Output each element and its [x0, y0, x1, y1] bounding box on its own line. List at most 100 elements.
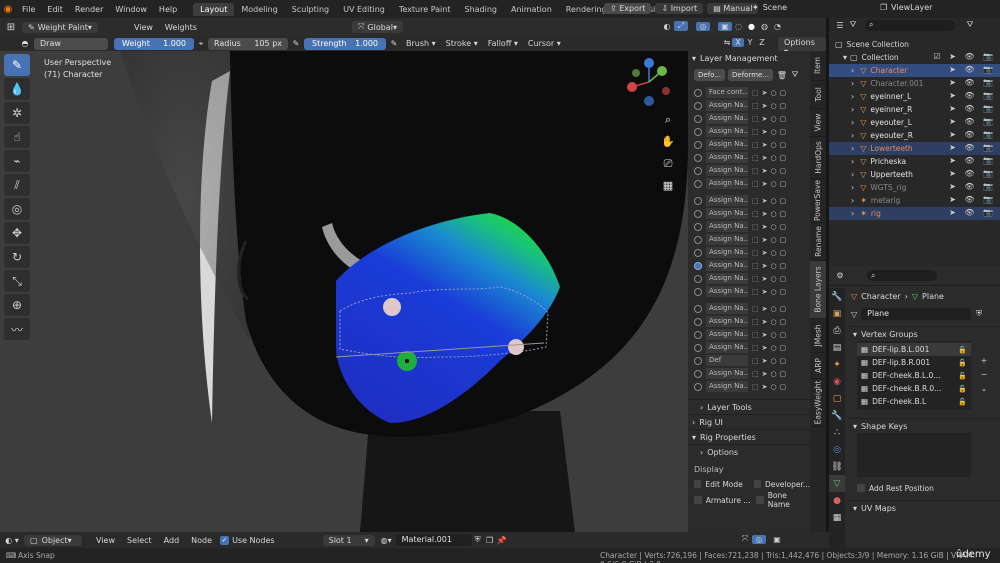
workspace-tab-0[interactable]: Layout — [193, 2, 235, 16]
bone-layer-row[interactable]: Assign Na... ⬚➤○▢ — [688, 302, 810, 315]
fake-user-shield-icon[interactable]: ⛨ — [973, 309, 985, 319]
rendered-shading-icon[interactable]: ◔ — [771, 22, 784, 31]
layer-toggle-icon[interactable] — [694, 317, 702, 326]
armature-checkbox[interactable] — [694, 496, 702, 504]
scene-collection-row[interactable]: ▢ Scene Collection — [829, 38, 1000, 51]
sidebar-tab-rename[interactable]: Rename — [810, 223, 826, 261]
outliner-item[interactable]: › ✶ metarig ➤ 👁 📷 — [829, 194, 1000, 207]
layer-toggle-icon[interactable] — [694, 382, 702, 391]
workspace-tab-6[interactable]: Animation — [504, 3, 559, 16]
tool-tab-icon[interactable]: 🔧 — [829, 288, 845, 305]
rig-properties-header[interactable]: ▾ Rig Properties — [688, 429, 810, 444]
layer-action-icons[interactable]: ⬚➤○▢ — [752, 197, 789, 205]
expand-arrow-icon[interactable]: › — [851, 105, 854, 114]
expand-arrow-icon[interactable]: › — [851, 79, 854, 88]
3d-viewport[interactable]: User Perspective (71) Character ⌕ ✋ ⎚ ▦ — [0, 51, 688, 532]
visibility-toggle-icons[interactable]: ➤ 👁 📷 — [949, 104, 996, 113]
expand-arrow-icon[interactable]: › — [851, 157, 854, 166]
vertex-groups-header[interactable]: ▾ Vertex Groups — [849, 326, 1000, 341]
outliner-item[interactable]: › ▽ eyeouter_R ➤ 👁 📷 — [829, 129, 1000, 142]
workspace-tab-1[interactable]: Modeling — [234, 3, 284, 16]
layer-name-field[interactable]: Assign Na... — [706, 286, 748, 297]
mode-dropdown[interactable]: ✎ Weight Paint ▾ — [22, 21, 98, 33]
layer-action-icons[interactable]: ⬚➤○▢ — [752, 357, 789, 365]
layer-action-icons[interactable]: ⬚➤○▢ — [752, 154, 789, 162]
lock-icon[interactable]: 🔓 — [958, 346, 967, 354]
lock-icon[interactable]: 🔓 — [958, 385, 967, 393]
weight-pick-icon[interactable]: ⌖ — [194, 39, 208, 49]
bone-layer-row[interactable]: Assign Na... ⬚➤○▢ — [688, 341, 810, 354]
use-nodes-checkbox[interactable]: ✓ — [220, 535, 230, 545]
viewlayer-selector[interactable]: ❐ ViewLayer — [880, 3, 932, 12]
filter-icon[interactable]: ⛛ — [789, 70, 801, 80]
deform-layers-button[interactable]: Deforme... — [728, 69, 773, 81]
bone-layer-row[interactable]: Assign Na... ⬚➤○▢ — [688, 207, 810, 220]
outliner-item[interactable]: › ▽ WGTS_rig ➤ 👁 📷 — [829, 181, 1000, 194]
layer-action-icons[interactable]: ⬚➤○▢ — [752, 275, 789, 283]
mesh-name-field[interactable]: Plane — [861, 308, 972, 320]
layer-toggle-icon[interactable] — [694, 127, 702, 136]
bone-layer-row[interactable]: Assign Na... ⬚➤○▢ — [688, 315, 810, 328]
funnel-icon[interactable]: ⛛ — [963, 20, 977, 30]
layer-name-field[interactable]: Def — [706, 355, 748, 366]
editor-type-icon[interactable]: ⊞ — [0, 22, 22, 33]
layer-name-field[interactable]: Assign Na... — [706, 316, 748, 327]
outliner-item[interactable]: › ▽ eyeinner_L ➤ 👁 📷 — [829, 90, 1000, 103]
layer-toggle-icon[interactable] — [694, 166, 702, 175]
falloff-menu[interactable]: Falloff ▾ — [488, 39, 518, 48]
layer-name-field[interactable]: Assign Na... — [706, 100, 748, 111]
uv-maps-header[interactable]: ▾ UV Maps — [849, 500, 1000, 515]
outliner-item[interactable]: › ▽ Character.001 ➤ 👁 📷 — [829, 77, 1000, 90]
layer-toggle-icon[interactable] — [694, 88, 702, 97]
visibility-toggle-icons[interactable]: ➤ 👁 📷 — [949, 182, 996, 191]
weights-menu[interactable]: Weights — [165, 23, 197, 32]
bone-layer-row[interactable]: Assign Na... ⬚➤○▢ — [688, 99, 810, 112]
outliner-item[interactable]: › ▽ eyeinner_R ➤ 👁 📷 — [829, 103, 1000, 116]
layer-action-icons[interactable]: ⬚➤○▢ — [752, 141, 789, 149]
editor-layers-icon[interactable]: ▣ — [770, 535, 784, 544]
brush-name-field[interactable]: Draw — [34, 37, 108, 50]
workspace-tab-4[interactable]: Texture Paint — [392, 3, 458, 16]
rig-ui-header[interactable]: › Rig UI — [688, 414, 810, 429]
bone-layer-row[interactable]: Face cont... ⬚➤○▢ — [688, 86, 810, 99]
pressure-strength-icon[interactable]: ✎ — [386, 39, 402, 48]
smear-tool-icon[interactable]: ☝ — [4, 126, 30, 148]
fake-user-shield-icon[interactable]: ⛨ — [472, 535, 484, 545]
outliner-filter-icon[interactable]: ⛛ — [847, 20, 859, 30]
select-menu[interactable]: Select — [127, 536, 152, 545]
lock-icon[interactable]: 🔓 — [958, 359, 967, 367]
object-tab-icon[interactable]: ▢ — [829, 390, 845, 407]
layer-toggle-icon[interactable] — [694, 356, 702, 365]
edit-mode-checkbox[interactable] — [694, 480, 702, 488]
expand-arrow-icon[interactable]: › — [851, 183, 854, 192]
workspace-tab-3[interactable]: UV Editing — [336, 3, 392, 16]
bone-layer-row[interactable]: Assign Na... ⬚➤○▢ — [688, 328, 810, 341]
visibility-toggle-icons[interactable]: ➤ 👁 📷 — [949, 195, 996, 204]
pan-hand-icon[interactable]: ✋ — [660, 131, 676, 153]
add-icon[interactable]: + — [977, 354, 991, 368]
rotate-tool-icon[interactable]: ↻ — [4, 246, 30, 268]
lock-icon[interactable]: 🔓 — [958, 372, 967, 380]
slot-dropdown[interactable]: Slot 1 ▾ — [322, 534, 375, 546]
layer-action-icons[interactable]: ⬚➤○▢ — [752, 180, 789, 188]
vertex-group-item[interactable]: ▦ DEF-cheek.B.L.0... 🔓 — [857, 369, 971, 382]
layer-action-icons[interactable]: ⬚➤○▢ — [752, 262, 789, 270]
add-menu[interactable]: Add — [164, 536, 180, 545]
scene-selector[interactable]: ✦ Scene — [752, 3, 787, 12]
average-tool-icon[interactable]: ✲ — [4, 102, 30, 124]
sidebar-tab-view[interactable]: View — [810, 109, 826, 137]
menu-edit[interactable]: Edit — [41, 5, 69, 14]
layer-action-icons[interactable]: ⬚➤○▢ — [752, 236, 789, 244]
layer-name-field[interactable]: Assign Na... — [706, 303, 748, 314]
layer-name-field[interactable]: Assign Na... — [706, 329, 748, 340]
layer-action-icons[interactable]: ⬚➤○▢ — [752, 318, 789, 326]
expand-arrow-icon[interactable]: › — [851, 144, 854, 153]
orientation-dropdown[interactable]: ⤧ Global ▾ — [352, 21, 403, 33]
bone-layer-row[interactable]: Assign Na... ⬚➤○▢ — [688, 259, 810, 272]
layer-toggle-icon[interactable] — [694, 248, 702, 257]
sidebar-tab-item[interactable]: Item — [810, 51, 826, 81]
layer-name-field[interactable]: Assign Na... — [706, 368, 748, 379]
bone-layer-row[interactable]: Assign Na... ⬚➤○▢ — [688, 125, 810, 138]
zoom-icon[interactable]: ⌕ — [660, 109, 676, 131]
particles-tab-icon[interactable]: ∴ — [829, 424, 845, 441]
